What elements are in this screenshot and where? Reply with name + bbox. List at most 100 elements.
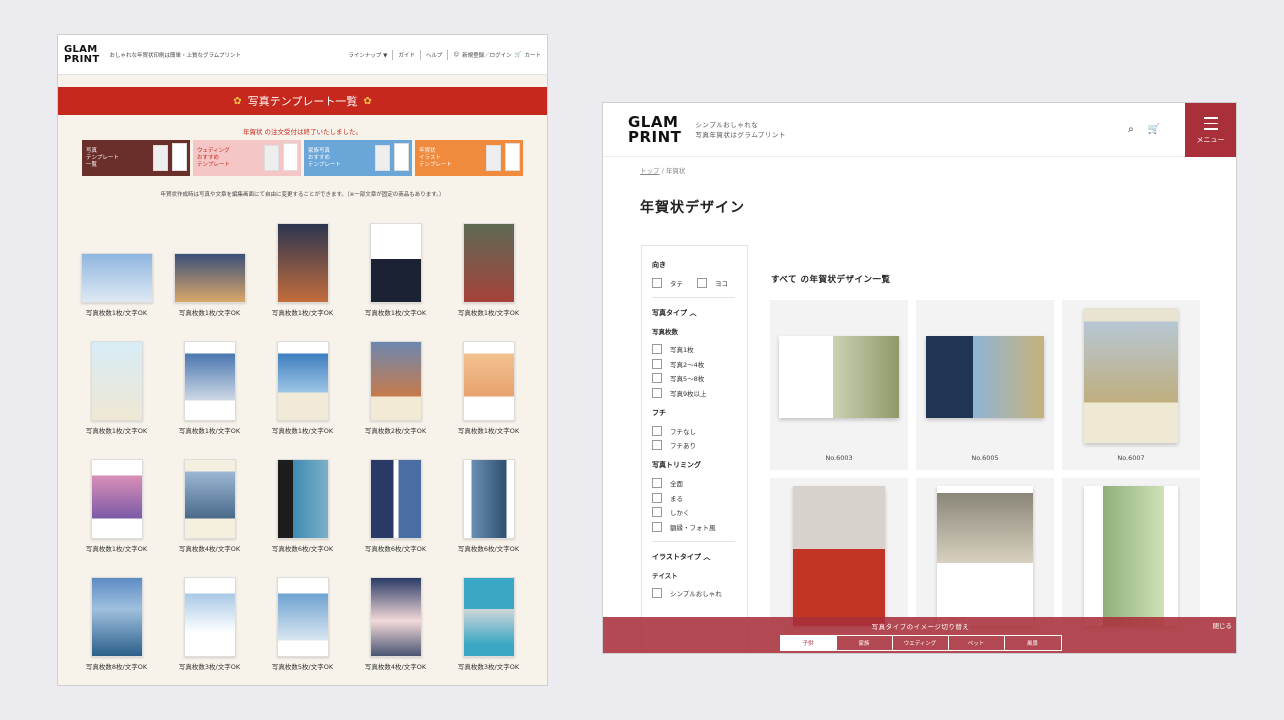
design-thumbnail[interactable] bbox=[1084, 308, 1178, 443]
category-wedding[interactable]: ウェディング おすすめ テンプレート bbox=[193, 140, 301, 176]
template-card[interactable]: 写真枚数1枚/文字OK bbox=[256, 207, 349, 325]
design-thumbnail[interactable] bbox=[937, 486, 1033, 626]
template-card[interactable]: 写真枚数5枚/文字OK bbox=[256, 561, 349, 679]
chevron-up-icon: ︿ bbox=[703, 552, 711, 561]
edit-note: 年賀状作成時は写真や文章を編集画面にて自由に変更することができます。（※一部文章… bbox=[160, 192, 445, 198]
template-thumbnail[interactable] bbox=[276, 341, 329, 421]
template-thumbnail[interactable] bbox=[462, 341, 515, 421]
template-caption: 写真枚数1枚/文字OK bbox=[85, 427, 148, 435]
template-card[interactable]: 写真枚数1枚/文字OK bbox=[349, 207, 442, 325]
template-thumbnail[interactable] bbox=[276, 223, 329, 303]
nav-guide[interactable]: ガイド bbox=[398, 51, 415, 59]
template-thumbnail[interactable] bbox=[462, 459, 515, 539]
filter-illust-type-title[interactable]: イラストタイプ ︿ bbox=[652, 552, 747, 562]
checkbox-photo-9plus[interactable] bbox=[652, 387, 662, 398]
template-card[interactable]: 写真枚数1枚/文字OK bbox=[70, 443, 163, 561]
breadcrumb: トップ / 年賀状 bbox=[640, 167, 686, 175]
checkbox-frameless[interactable] bbox=[652, 425, 662, 436]
template-card[interactable]: 写真枚数1枚/文字OK bbox=[163, 325, 256, 443]
template-thumbnail[interactable] bbox=[462, 223, 515, 303]
checkbox-yoko[interactable] bbox=[697, 278, 707, 288]
checkbox-square[interactable] bbox=[652, 507, 662, 517]
template-card[interactable]: 写真枚数3枚/文字OK bbox=[163, 561, 256, 679]
category-illust[interactable]: 年賀状 イラスト テンプレート bbox=[415, 140, 523, 176]
design-thumbnail[interactable] bbox=[1084, 486, 1178, 626]
switcher-tab[interactable]: 子供 bbox=[780, 636, 837, 650]
template-thumbnail[interactable] bbox=[369, 577, 422, 657]
close-button[interactable]: 閉じる bbox=[1213, 620, 1233, 630]
template-caption: 写真枚数4枚/文字OK bbox=[178, 545, 241, 553]
template-card[interactable]: 写真枚数2枚/文字OK bbox=[349, 325, 442, 443]
design-card[interactable]: No.6005 bbox=[916, 300, 1054, 470]
template-caption: 写真枚数2枚/文字OK bbox=[364, 427, 427, 435]
template-thumbnail[interactable] bbox=[90, 341, 143, 421]
cart-icon[interactable]: 🛒 bbox=[1148, 124, 1160, 135]
page-title: 年賀状デザイン bbox=[640, 200, 745, 216]
checkbox-framed[interactable] bbox=[652, 440, 662, 450]
breadcrumb-home[interactable]: トップ bbox=[640, 167, 660, 175]
design-number: No.6007 bbox=[1117, 454, 1145, 462]
checkbox-photo-1[interactable] bbox=[652, 344, 662, 354]
template-thumbnail[interactable] bbox=[90, 459, 143, 539]
design-thumbnail[interactable] bbox=[926, 336, 1044, 418]
template-caption: 写真枚数1枚/文字OK bbox=[457, 427, 520, 435]
checkbox-photo-frame[interactable] bbox=[652, 521, 662, 532]
design-thumbnail[interactable] bbox=[793, 486, 885, 626]
template-card[interactable]: 写真枚数3枚/文字OK bbox=[442, 561, 535, 679]
template-card[interactable]: 写真枚数1枚/文字OK bbox=[442, 325, 535, 443]
design-card[interactable]: No.6007 bbox=[1062, 300, 1200, 470]
template-card[interactable]: 写真枚数6枚/文字OK bbox=[349, 443, 442, 561]
checkbox-round[interactable] bbox=[652, 492, 662, 503]
template-thumbnail[interactable] bbox=[369, 459, 422, 539]
template-thumbnail[interactable] bbox=[462, 577, 515, 657]
template-caption: 写真枚数1枚/文字OK bbox=[85, 545, 148, 553]
template-thumbnail[interactable] bbox=[276, 459, 329, 539]
checkbox-full[interactable] bbox=[652, 478, 662, 488]
filter-photo-type-title[interactable]: 写真タイプ ︿ bbox=[652, 308, 747, 318]
template-card[interactable]: 写真枚数6枚/文字OK bbox=[256, 443, 349, 561]
nav-login[interactable]: 新規登録／ログイン bbox=[462, 51, 512, 59]
left-logo[interactable]: GLAM PRINT bbox=[64, 44, 99, 65]
template-thumbnail[interactable] bbox=[369, 223, 422, 303]
cart-icon[interactable]: 🛒 bbox=[515, 52, 522, 58]
template-thumbnail[interactable] bbox=[90, 577, 143, 657]
template-thumbnail[interactable] bbox=[183, 459, 236, 539]
template-thumbnail[interactable] bbox=[369, 341, 422, 421]
checkbox-photo-5-8[interactable] bbox=[652, 373, 662, 383]
search-icon[interactable]: ⌕ bbox=[1128, 124, 1134, 135]
template-card[interactable]: 写真枚数1枚/文字OK bbox=[70, 207, 163, 325]
template-card[interactable]: 写真枚数4枚/文字OK bbox=[163, 443, 256, 561]
nav-help[interactable]: ヘルプ bbox=[426, 51, 443, 59]
template-card[interactable]: 写真枚数6枚/文字OK bbox=[442, 443, 535, 561]
switcher-tab[interactable]: ペット bbox=[949, 636, 1005, 650]
template-thumbnail[interactable] bbox=[183, 577, 236, 657]
menu-button[interactable]: メニュー bbox=[1185, 103, 1236, 157]
design-thumbnail[interactable] bbox=[779, 336, 899, 418]
template-caption: 写真枚数1枚/文字OK bbox=[178, 309, 241, 317]
category-family[interactable]: 家族写真 おすすめ テンプレート bbox=[304, 140, 412, 176]
template-card[interactable]: 写真枚数1枚/文字OK bbox=[442, 207, 535, 325]
checkbox-tate[interactable] bbox=[652, 278, 662, 288]
right-tagline: シンプルおしゃれな 写真年賀状はグラムプリント bbox=[695, 120, 786, 139]
template-thumbnail[interactable] bbox=[80, 253, 153, 303]
switcher-tab[interactable]: 家族 bbox=[837, 636, 893, 650]
template-card[interactable]: 写真枚数4枚/文字OK bbox=[349, 561, 442, 679]
right-logo[interactable]: GLAM PRINT bbox=[628, 114, 681, 145]
template-thumbnail[interactable] bbox=[276, 577, 329, 657]
template-card[interactable]: 写真枚数8枚/文字OK bbox=[70, 561, 163, 679]
switcher-tab[interactable]: ウエディング bbox=[893, 636, 949, 650]
checkbox-photo-2-4[interactable] bbox=[652, 358, 662, 369]
template-thumbnail[interactable] bbox=[183, 341, 236, 421]
switcher-tab[interactable]: 風景 bbox=[1005, 636, 1061, 650]
nav-cart[interactable]: カート bbox=[524, 51, 541, 59]
user-icon: ☺ bbox=[453, 51, 460, 58]
left-screenshot: GLAM PRINT おしゃれな年賀状印刷は簡単・上質なグラムプリント ラインナ… bbox=[57, 34, 548, 686]
template-card[interactable]: 写真枚数1枚/文字OK bbox=[163, 207, 256, 325]
template-card[interactable]: 写真枚数1枚/文字OK bbox=[256, 325, 349, 443]
checkbox-simple-stylish[interactable] bbox=[652, 587, 662, 598]
nav-lineup[interactable]: ラインナップ ▼ bbox=[348, 51, 387, 59]
template-card[interactable]: 写真枚数1枚/文字OK bbox=[70, 325, 163, 443]
template-thumbnail[interactable] bbox=[173, 253, 246, 303]
design-card[interactable]: No.6003 bbox=[770, 300, 908, 470]
category-photo-template[interactable]: 写真 テンプレート 一覧 bbox=[82, 140, 190, 176]
